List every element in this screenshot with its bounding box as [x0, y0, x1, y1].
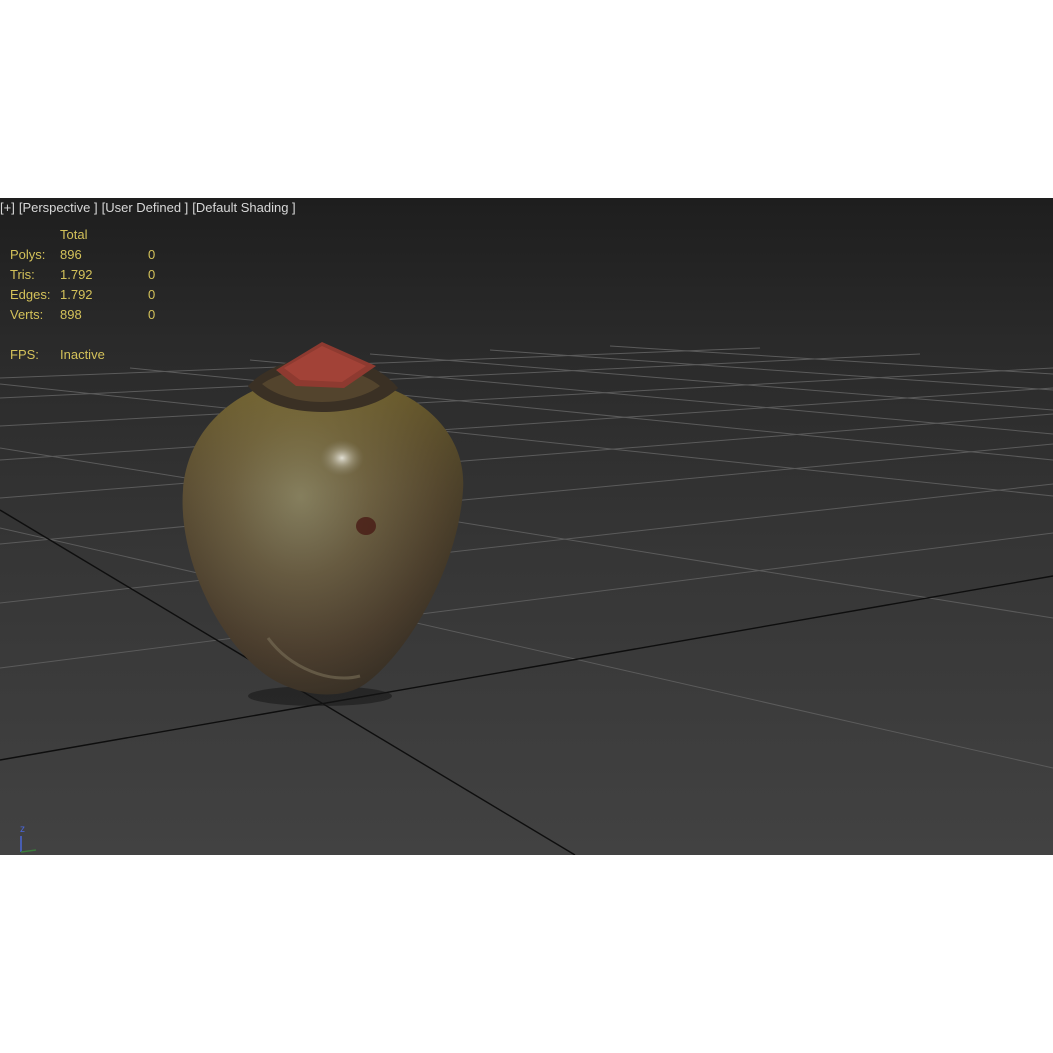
stats-label: Verts:: [10, 306, 44, 322]
axis-gizmo-icon: z: [14, 824, 54, 854]
stats-label: Tris:: [10, 266, 35, 282]
fps-value: Inactive: [60, 346, 105, 362]
fruit-model[interactable]: [182, 342, 464, 695]
perspective-viewport[interactable]: [+] [Perspective ] [User Defined ] [Defa…: [0, 198, 1053, 855]
stats-header-total: Total: [60, 226, 88, 242]
stats-label: Polys:: [10, 246, 46, 262]
stats-label: Edges:: [10, 286, 51, 302]
stats-row-fps: FPS: Inactive: [10, 344, 168, 364]
statistics-overlay: Total Polys: 896 0 Tris: 1.792 0 Edges: …: [10, 224, 168, 364]
grid-lines: [0, 345, 1053, 769]
stats-row-polys: Polys: 896 0: [10, 244, 168, 264]
stats-selected-value: 0: [148, 306, 156, 322]
axis-z-label: z: [20, 824, 25, 835]
stats-row-edges: Edges: 1.792 0: [10, 284, 168, 304]
stats-total-value: 1.792: [60, 266, 93, 282]
stats-selected-value: 0: [148, 246, 156, 262]
viewport-menu-label[interactable]: [+]: [0, 200, 19, 215]
stats-selected-value: 0: [148, 266, 156, 282]
fps-label: FPS:: [10, 346, 39, 362]
lighting-label[interactable]: [User Defined ]: [102, 200, 193, 215]
stats-total-value: 898: [60, 306, 82, 322]
stats-total-value: 896: [60, 246, 82, 262]
stats-row-verts: Verts: 898 0: [10, 304, 168, 324]
stats-header-row: Total: [10, 224, 168, 244]
stats-total-value: 1.792: [60, 286, 93, 302]
shading-label[interactable]: [Default Shading ]: [192, 200, 299, 215]
stats-row-tris: Tris: 1.792 0: [10, 264, 168, 284]
stats-selected-value: 0: [148, 286, 156, 302]
viewport-label-bar: [+] [Perspective ] [User Defined ] [Defa…: [0, 198, 300, 216]
world-axes: [0, 509, 1053, 855]
view-point-label[interactable]: [Perspective ]: [19, 200, 102, 215]
